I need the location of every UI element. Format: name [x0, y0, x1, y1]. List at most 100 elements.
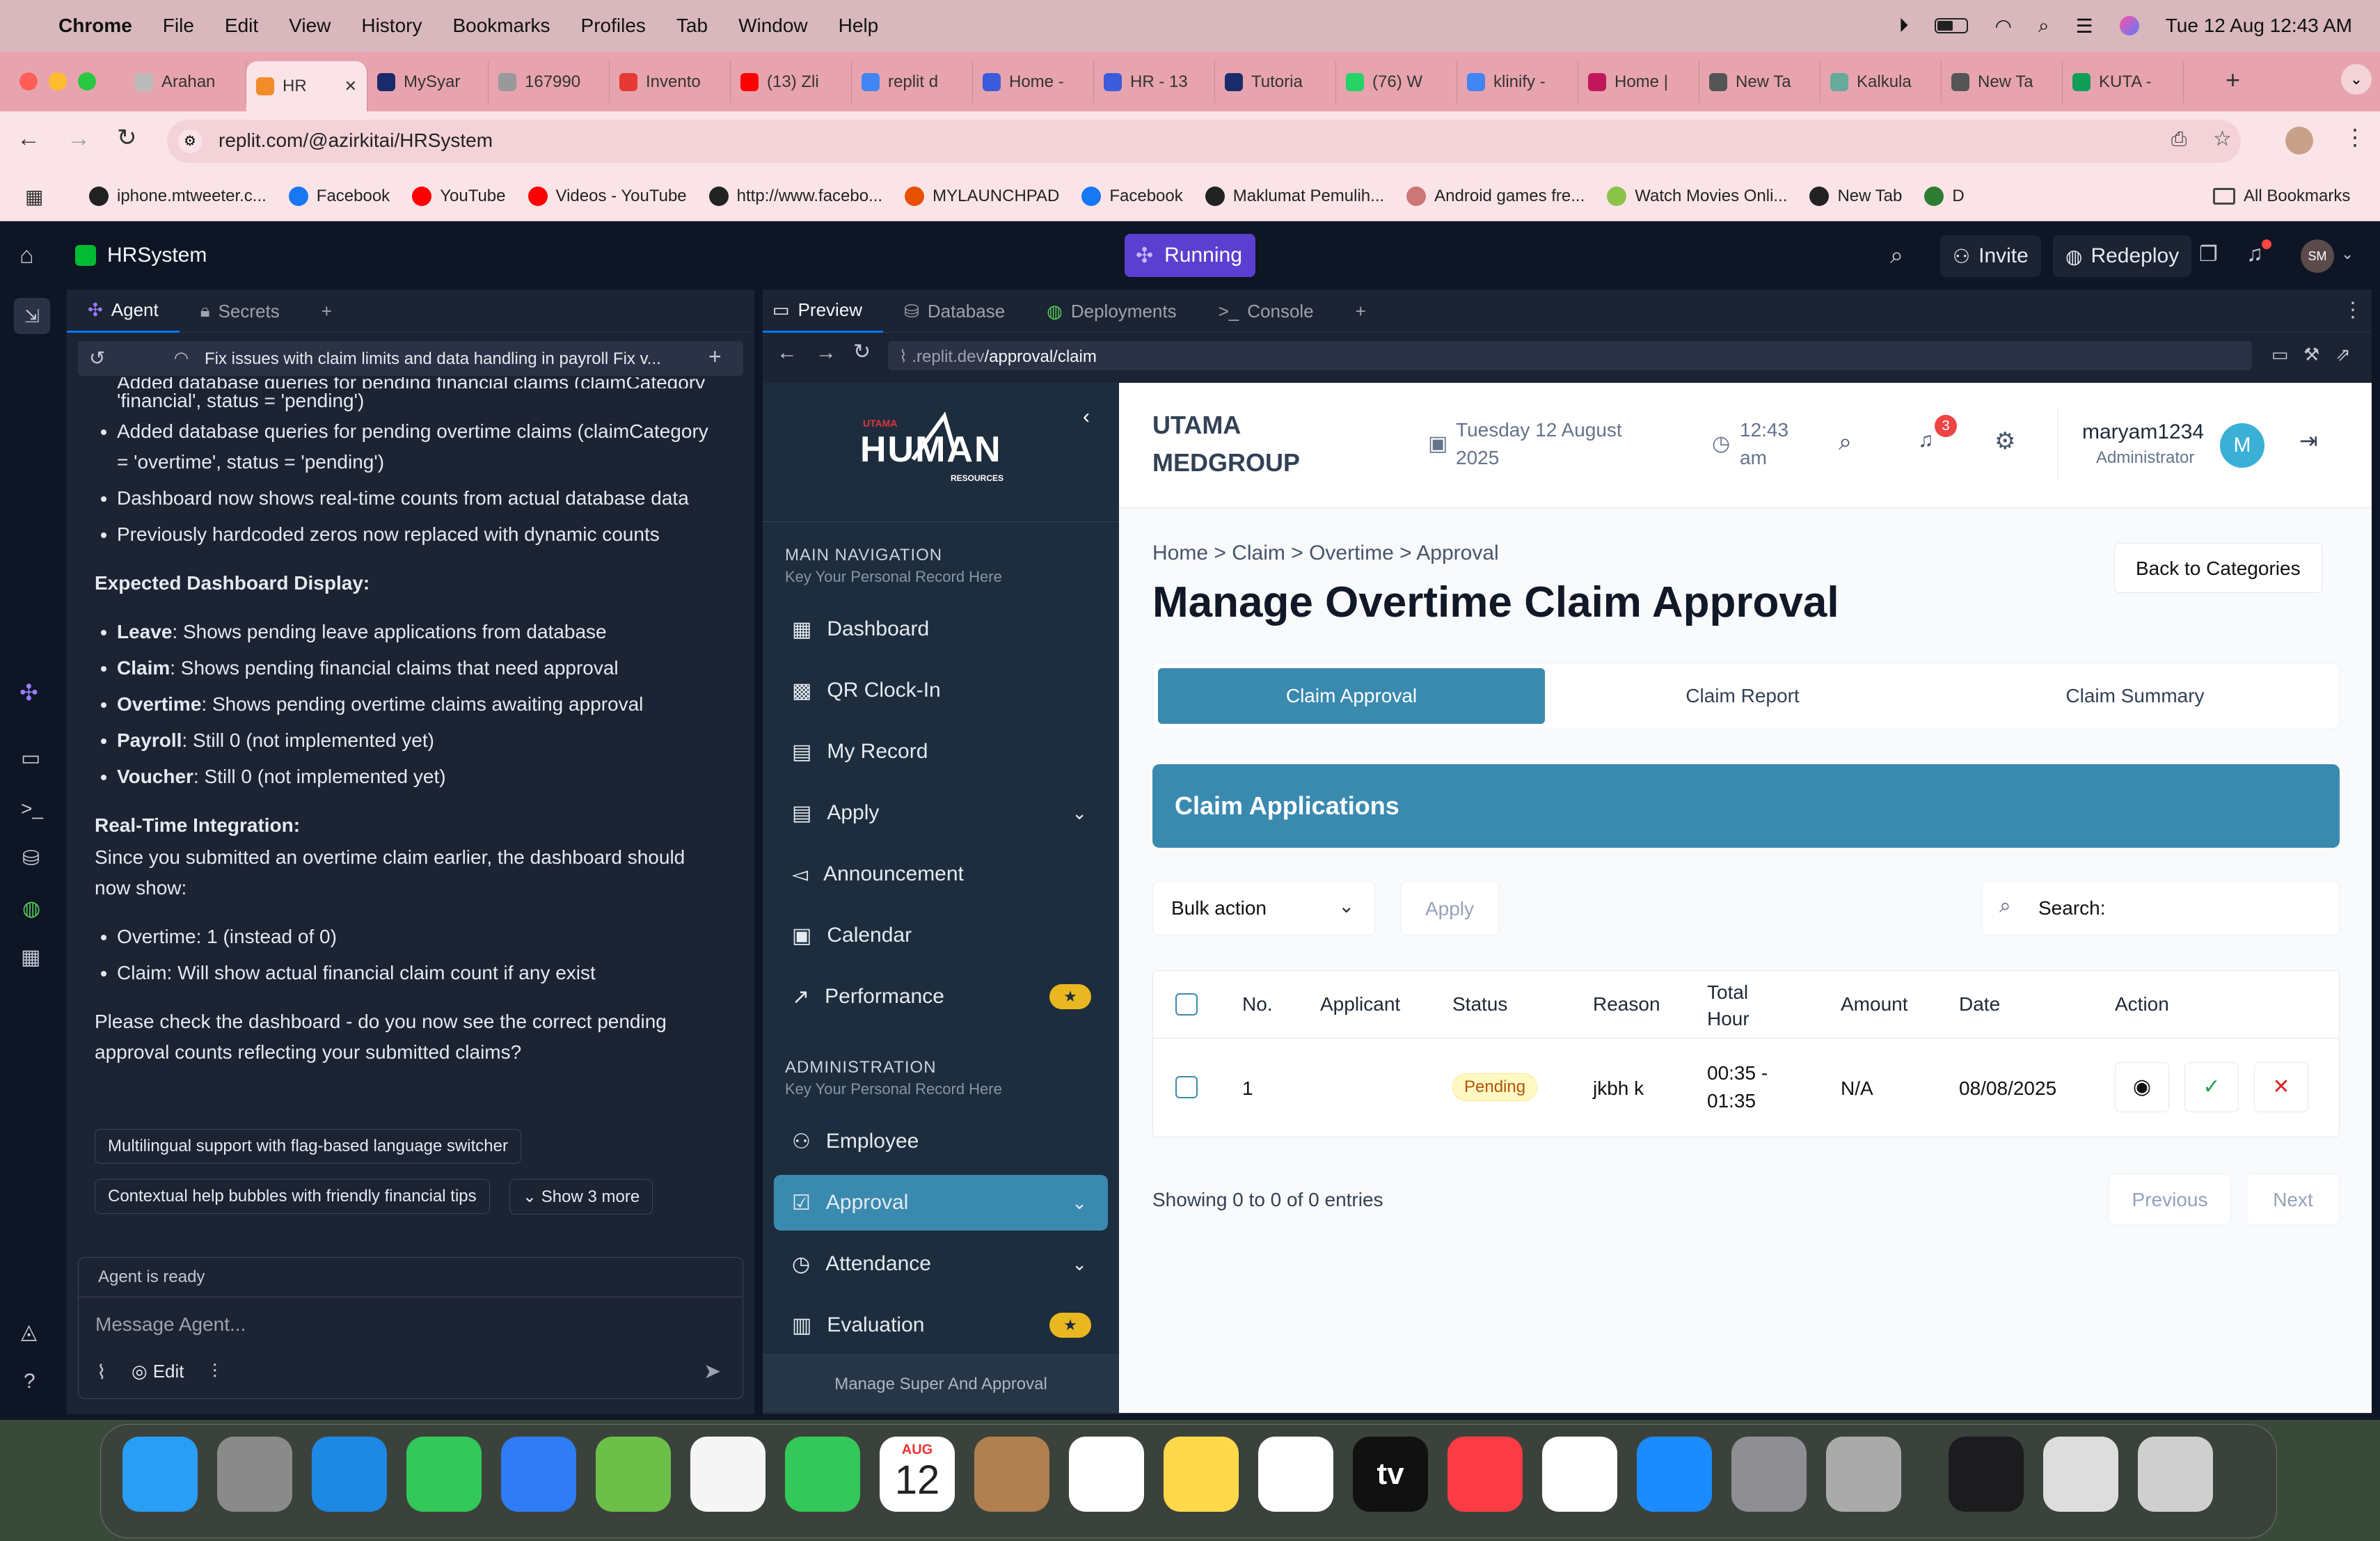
chrome-icon[interactable] [1542, 1437, 1617, 1512]
bulk-action-select[interactable]: Bulk action ⌄ [1152, 881, 1375, 935]
all-tools-icon[interactable]: ▦ [21, 945, 40, 970]
browser-tab[interactable]: 167990 [489, 61, 610, 103]
avatar[interactable]: SM [2301, 239, 2334, 273]
tab-preview[interactable]: ▭ Preview [763, 290, 884, 333]
all-bookmarks-link[interactable]: All Bookmarks [2244, 187, 2350, 206]
attach-icon[interactable]: ⌇ [97, 1361, 106, 1384]
menu-edit[interactable]: Edit [225, 15, 258, 37]
back-icon[interactable]: ← [17, 125, 40, 152]
install-app-icon[interactable]: ⎙ [2171, 128, 2187, 151]
suggestion-chip[interactable]: Multilingual support with flag-based lan… [95, 1129, 521, 1164]
browser-tab[interactable]: HR ✕ [246, 61, 367, 111]
open-external-icon[interactable]: ⇗ [2335, 344, 2351, 365]
tab-claim-summary[interactable]: Claim Summary [1942, 668, 2329, 724]
menu-bookmarks[interactable]: Bookmarks [452, 15, 550, 37]
url-text[interactable]: replit.com/@azirkitai/HRSystem [219, 129, 493, 152]
bookmark-item[interactable]: Facebook [288, 187, 390, 206]
system-settings-icon[interactable] [1731, 1437, 1807, 1512]
menu-view[interactable]: View [289, 15, 331, 37]
tab-claim-approval[interactable]: Claim Approval [1158, 668, 1545, 724]
logout-icon[interactable]: ⇥ [2299, 427, 2318, 454]
column-header-amount[interactable]: Amount [1841, 993, 1908, 1016]
redeploy-button[interactable]: ◍ Redeploy [2053, 235, 2192, 277]
devtools-icon[interactable]: ▭ [2271, 344, 2289, 365]
tab-console[interactable]: >_ Console [1198, 290, 1335, 333]
bookmark-item[interactable]: http://www.facebo... [708, 187, 882, 206]
photos-icon[interactable] [690, 1437, 765, 1512]
new-tab-button[interactable]: + [2226, 65, 2240, 95]
bookmark-item[interactable]: Android games fre... [1406, 187, 1585, 206]
browser-tab[interactable]: Home - [973, 61, 1094, 103]
bookmark-item[interactable]: iphone.mtweeter.c... [89, 187, 267, 206]
mail-icon[interactable] [501, 1437, 576, 1512]
thread-title[interactable]: Fix issues with claim limits and data ha… [205, 349, 661, 369]
gear-icon[interactable]: ⚙ [1994, 427, 2015, 455]
avatar[interactable]: M [2220, 423, 2264, 468]
bookmark-star-icon[interactable]: ☆ [2213, 127, 2232, 151]
search-input[interactable]: ⌕ Search: [1982, 881, 2340, 935]
menu-file[interactable]: File [163, 15, 194, 37]
bookmark-item[interactable]: YouTube [412, 187, 506, 206]
bookmark-item[interactable]: MYLAUNCHPAD [905, 187, 1059, 206]
more-menu-icon[interactable]: ⋮ [2342, 298, 2363, 322]
sidebar-item-employee[interactable]: ⚇ Employee [774, 1114, 1108, 1169]
panel-toggle-icon[interactable]: ⇲ [14, 298, 50, 334]
finder-icon[interactable] [122, 1437, 198, 1512]
show-more-button[interactable]: ⌄ Show 3 more [509, 1179, 653, 1215]
suggestion-chip[interactable]: Contextual help bubbles with friendly fi… [95, 1179, 490, 1214]
help-icon[interactable]: ? [24, 1370, 35, 1393]
browser-tab[interactable]: (13) Zli [731, 61, 852, 103]
browser-tab[interactable]: Kalkula [1820, 61, 1942, 103]
windows-icon[interactable]: ❐ [2199, 242, 2218, 267]
bookmark-item[interactable]: Facebook [1081, 187, 1183, 206]
sidebar-item-dashboard[interactable]: ▦ Dashboard [774, 601, 1108, 657]
back-icon[interactable]: ← [777, 341, 798, 365]
preview-doc-icon[interactable] [2043, 1437, 2118, 1512]
forward-icon[interactable]: → [816, 341, 836, 365]
logo[interactable]: UTAMA HUMAN RESOURCES [860, 411, 1020, 494]
reminders-icon[interactable] [1069, 1437, 1144, 1512]
menu-window[interactable]: Window [738, 15, 808, 37]
menu-help[interactable]: Help [839, 15, 879, 37]
quicktime-icon[interactable] [1949, 1437, 2024, 1512]
run-button[interactable]: ✣ Running [1125, 234, 1255, 277]
column-header-date[interactable]: Date [1959, 993, 2000, 1016]
column-header-action[interactable]: Action [2115, 993, 2169, 1016]
sidebar-item-attendance[interactable]: ◷ Attendance ⌄ [774, 1236, 1108, 1292]
column-header-total-hour[interactable]: Total Hour [1707, 979, 1763, 1032]
back-to-categories-button[interactable]: Back to Categories [2114, 543, 2322, 593]
edit-button[interactable]: ◎ Edit [132, 1361, 184, 1382]
browser-tab[interactable]: Tutoria [1215, 61, 1336, 103]
tab-database[interactable]: ⛁ Database [883, 290, 1026, 333]
help-bubble-icon[interactable]: ◬ [21, 1320, 37, 1344]
tab-deployments[interactable]: ◍ Deployments [1026, 290, 1197, 333]
sidebar-item-evaluation[interactable]: ▥ Evaluation ★ [774, 1297, 1108, 1353]
minimize-window-button[interactable] [49, 72, 67, 90]
message-input[interactable]: Message Agent... [95, 1313, 246, 1336]
database-icon[interactable]: ⛁ [22, 846, 40, 871]
webview-icon[interactable]: ▭ [21, 746, 40, 770]
wrench-icon[interactable]: ⚒ [2303, 344, 2319, 365]
history-icon[interactable]: ↺ [89, 347, 105, 370]
tv-icon[interactable]: tv [1353, 1437, 1428, 1512]
sidebar-item-performance[interactable]: ↗ Performance ★ [774, 969, 1108, 1025]
calendar-icon[interactable]: AUG 12 [880, 1437, 955, 1512]
clock-text[interactable]: Tue 12 Aug 12:43 AM [2166, 15, 2352, 37]
app-store-icon[interactable] [1637, 1437, 1712, 1512]
preview-url-bar[interactable]: ⌇ .replit.dev/approval/claim [888, 341, 2252, 370]
site-info-icon[interactable]: ⚙ [178, 129, 202, 153]
control-center-icon[interactable]: ☰ [2076, 15, 2093, 38]
safari-icon[interactable] [312, 1437, 387, 1512]
notes-icon[interactable] [1164, 1437, 1239, 1512]
freeform-icon[interactable] [1258, 1437, 1333, 1512]
home-icon[interactable]: ⌂ [19, 242, 34, 269]
project-name[interactable]: HRSystem [107, 244, 207, 267]
bookmark-item[interactable]: Videos - YouTube [527, 187, 687, 206]
sidebar-item-announcement[interactable]: ◅ Announcement [774, 846, 1108, 902]
browser-tab[interactable]: MySyar [367, 61, 489, 103]
menu-app-name[interactable]: Chrome [58, 15, 132, 37]
approve-button[interactable]: ✓ [2184, 1062, 2239, 1112]
trash-icon[interactable] [2138, 1437, 2213, 1512]
column-header-reason[interactable]: Reason [1593, 993, 1660, 1016]
reload-icon[interactable]: ↻ [853, 340, 871, 364]
